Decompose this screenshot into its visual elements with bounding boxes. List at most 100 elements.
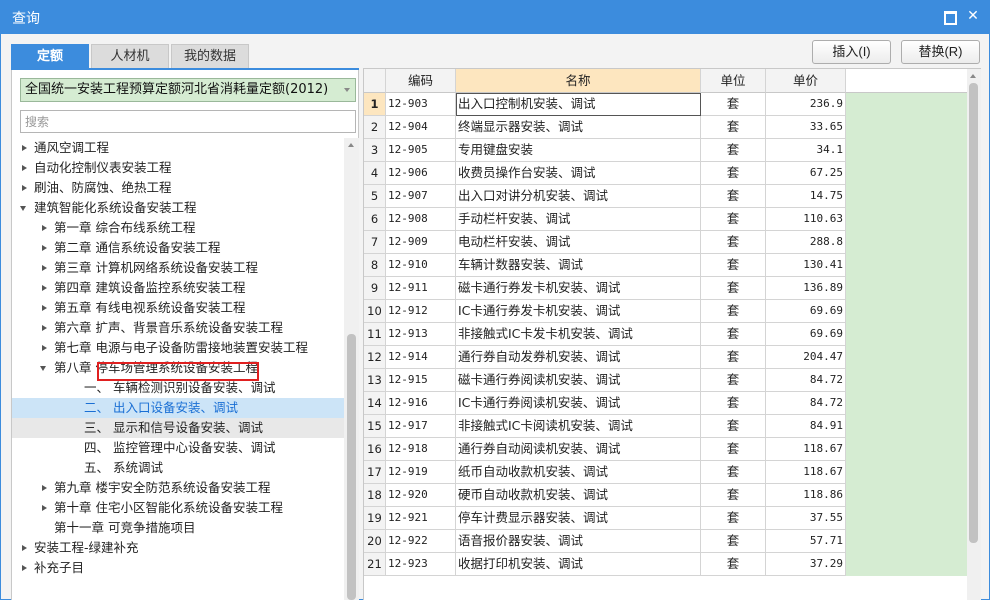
cell-price[interactable]: 84.72 bbox=[766, 392, 846, 415]
cell-unit[interactable]: 套 bbox=[701, 93, 766, 116]
cell-code[interactable]: 12-903 bbox=[386, 93, 456, 116]
cell-unit[interactable]: 套 bbox=[701, 162, 766, 185]
scroll-thumb[interactable] bbox=[969, 83, 978, 543]
column-header-code[interactable]: 编码 bbox=[386, 69, 456, 93]
cell-unit[interactable]: 套 bbox=[701, 553, 766, 576]
cell-price[interactable]: 37.29 bbox=[766, 553, 846, 576]
tree-node[interactable]: 第三章 计算机网络系统设备安装工程 bbox=[12, 258, 344, 278]
row-index[interactable]: 9 bbox=[364, 277, 386, 300]
table-row[interactable]: 3 12-905 专用键盘安装套 34.1 bbox=[364, 139, 967, 162]
table-row[interactable]: 9 12-911 磁卡通行券发卡机安装、调试套 136.89 bbox=[364, 277, 967, 300]
insert-button[interactable]: 插入(I) bbox=[812, 40, 891, 64]
tree-node[interactable]: 第一章 综合布线系统工程 bbox=[12, 218, 344, 238]
tree-node[interactable]: 五、 系统调试 bbox=[12, 458, 344, 478]
cell-price[interactable]: 118.86 bbox=[766, 484, 846, 507]
row-index[interactable]: 21 bbox=[364, 553, 386, 576]
table-row[interactable]: 20 12-922 语音报价器安装、调试套 57.71 bbox=[364, 530, 967, 553]
cell-name[interactable]: 收费员操作台安装、调试 bbox=[456, 162, 701, 185]
cell-code[interactable]: 12-909 bbox=[386, 231, 456, 254]
cell-price[interactable]: 69.69 bbox=[766, 323, 846, 346]
cell-name[interactable]: 专用键盘安装 bbox=[456, 139, 701, 162]
cell-unit[interactable]: 套 bbox=[701, 185, 766, 208]
cell-code[interactable]: 12-911 bbox=[386, 277, 456, 300]
row-index[interactable]: 7 bbox=[364, 231, 386, 254]
row-index[interactable]: 14 bbox=[364, 392, 386, 415]
cell-code[interactable]: 12-916 bbox=[386, 392, 456, 415]
cell-code[interactable]: 12-921 bbox=[386, 507, 456, 530]
cell-name[interactable]: 车辆计数器安装、调试 bbox=[456, 254, 701, 277]
table-row[interactable]: 18 12-920 硬币自动收款机安装、调试套 118.86 bbox=[364, 484, 967, 507]
cell-name[interactable]: 停车计费显示器安装、调试 bbox=[456, 507, 701, 530]
table-row[interactable]: 1 12-903 出入口控制机安装、调试套 236.9 bbox=[364, 93, 967, 116]
cell-code[interactable]: 12-910 bbox=[386, 254, 456, 277]
column-header-price[interactable]: 单价 bbox=[766, 69, 846, 93]
caret-right-icon[interactable] bbox=[42, 225, 47, 231]
cell-unit[interactable]: 套 bbox=[701, 392, 766, 415]
cell-name[interactable]: 磁卡通行券阅读机安装、调试 bbox=[456, 369, 701, 392]
cell-name[interactable]: 电动栏杆安装、调试 bbox=[456, 231, 701, 254]
row-index[interactable]: 18 bbox=[364, 484, 386, 507]
caret-down-icon[interactable] bbox=[20, 206, 26, 211]
cell-unit[interactable]: 套 bbox=[701, 116, 766, 139]
cell-price[interactable]: 288.8 bbox=[766, 231, 846, 254]
cell-unit[interactable]: 套 bbox=[701, 438, 766, 461]
row-index[interactable]: 12 bbox=[364, 346, 386, 369]
table-row[interactable]: 17 12-919 纸币自动收款机安装、调试套 118.67 bbox=[364, 461, 967, 484]
cell-price[interactable]: 84.72 bbox=[766, 369, 846, 392]
caret-right-icon[interactable] bbox=[42, 245, 47, 251]
tree-node[interactable]: 四、 监控管理中心设备安装、调试 bbox=[12, 438, 344, 458]
cell-code[interactable]: 12-904 bbox=[386, 116, 456, 139]
caret-right-icon[interactable] bbox=[42, 285, 47, 291]
table-row[interactable]: 2 12-904 终端显示器安装、调试套 33.65 bbox=[364, 116, 967, 139]
tree-node[interactable]: 一、 车辆检测识别设备安装、调试 bbox=[12, 378, 344, 398]
row-index[interactable]: 8 bbox=[364, 254, 386, 277]
caret-right-icon[interactable] bbox=[42, 485, 47, 491]
cell-code[interactable]: 12-914 bbox=[386, 346, 456, 369]
cell-name[interactable]: 通行券自动阅读机安装、调试 bbox=[456, 438, 701, 461]
cell-unit[interactable]: 套 bbox=[701, 139, 766, 162]
column-header-name[interactable]: 名称 bbox=[456, 69, 701, 93]
row-index[interactable]: 13 bbox=[364, 369, 386, 392]
row-index[interactable]: 1 bbox=[364, 93, 386, 116]
cell-price[interactable]: 84.91 bbox=[766, 415, 846, 438]
caret-right-icon[interactable] bbox=[22, 165, 27, 171]
cell-code[interactable]: 12-905 bbox=[386, 139, 456, 162]
cell-price[interactable]: 204.47 bbox=[766, 346, 846, 369]
cell-unit[interactable]: 套 bbox=[701, 208, 766, 231]
cell-code[interactable]: 12-920 bbox=[386, 484, 456, 507]
chevron-down-icon[interactable] bbox=[344, 88, 350, 92]
tree-node[interactable]: 三、 显示和信号设备安装、调试 bbox=[12, 418, 344, 438]
cell-name[interactable]: 非接触式IC卡发卡机安装、调试 bbox=[456, 323, 701, 346]
window-titlebar[interactable]: 查询 ✕ bbox=[0, 0, 990, 34]
caret-down-icon[interactable] bbox=[40, 366, 46, 371]
cell-name[interactable]: IC卡通行券发卡机安装、调试 bbox=[456, 300, 701, 323]
cell-name[interactable]: 出入口控制机安装、调试 bbox=[456, 93, 701, 116]
cell-code[interactable]: 12-912 bbox=[386, 300, 456, 323]
table-row[interactable]: 8 12-910 车辆计数器安装、调试套 130.41 bbox=[364, 254, 967, 277]
table-row[interactable]: 12 12-914 通行券自动发券机安装、调试套 204.47 bbox=[364, 346, 967, 369]
cell-price[interactable]: 130.41 bbox=[766, 254, 846, 277]
cell-price[interactable]: 136.89 bbox=[766, 277, 846, 300]
cell-price[interactable]: 118.67 bbox=[766, 461, 846, 484]
tab-labor-material-machine[interactable]: 人材机 bbox=[91, 44, 169, 69]
cell-code[interactable]: 12-907 bbox=[386, 185, 456, 208]
tree-node[interactable]: 建筑智能化系统设备安装工程 bbox=[12, 198, 344, 218]
cell-unit[interactable]: 套 bbox=[701, 254, 766, 277]
cell-name[interactable]: 语音报价器安装、调试 bbox=[456, 530, 701, 553]
cell-price[interactable]: 236.9 bbox=[766, 93, 846, 116]
tree-node[interactable]: 自动化控制仪表安装工程 bbox=[12, 158, 344, 178]
cell-code[interactable]: 12-908 bbox=[386, 208, 456, 231]
tree-scrollbar[interactable] bbox=[344, 138, 359, 600]
replace-button[interactable]: 替换(R) bbox=[901, 40, 980, 64]
cell-name[interactable]: 收据打印机安装、调试 bbox=[456, 553, 701, 576]
cell-name[interactable]: 纸币自动收款机安装、调试 bbox=[456, 461, 701, 484]
cell-code[interactable]: 12-915 bbox=[386, 369, 456, 392]
cell-code[interactable]: 12-913 bbox=[386, 323, 456, 346]
cell-unit[interactable]: 套 bbox=[701, 346, 766, 369]
row-index[interactable]: 20 bbox=[364, 530, 386, 553]
cell-unit[interactable]: 套 bbox=[701, 530, 766, 553]
tree-node[interactable]: 补充子目 bbox=[12, 558, 344, 578]
row-index[interactable]: 5 bbox=[364, 185, 386, 208]
table-row[interactable]: 6 12-908 手动栏杆安装、调试套 110.63 bbox=[364, 208, 967, 231]
row-index[interactable]: 10 bbox=[364, 300, 386, 323]
